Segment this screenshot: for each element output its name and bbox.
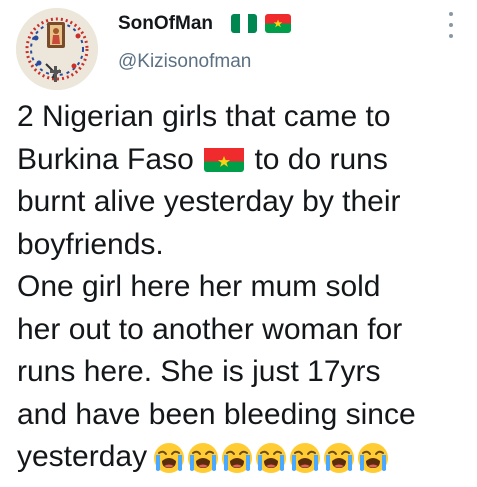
loudly-crying-face-icon [187, 442, 219, 474]
tweet-text-segment: yesterday [17, 440, 148, 473]
tweet-line: her out to another woman for [17, 312, 403, 346]
burkina-faso-flag-icon [204, 145, 245, 172]
avatar[interactable] [16, 8, 98, 90]
loudly-crying-face-icon [357, 442, 389, 474]
tweet-line: burnt alive yesterday by their [17, 185, 401, 218]
tweet-line: boyfriends. [17, 227, 164, 261]
tweet-line: Burkina Faso to do runs [17, 139, 472, 182]
more-options-icon[interactable] [444, 12, 458, 38]
tweet-line: runs here. She is just 17yrs [17, 355, 381, 388]
emoji-row [153, 442, 389, 474]
tweet-text-segment: Burkina Faso [17, 142, 194, 176]
loudly-crying-face-icon [255, 442, 287, 474]
nigeria-flag-icon [231, 14, 257, 33]
tweet-line: and have been bleeding since [17, 397, 416, 431]
tweet-line: 2 Nigerian girls that came to [17, 100, 391, 133]
loudly-crying-face-icon [221, 442, 253, 474]
tweet-text: 2 Nigerian girls that came to Burkina Fa… [17, 96, 472, 479]
tweet-line: One girl here her mum sold [17, 270, 381, 303]
name-flags [231, 14, 291, 33]
display-name[interactable]: SonOfMan [118, 13, 213, 35]
loudly-crying-face-icon [153, 442, 185, 474]
tweet-line: yesterday [17, 436, 472, 479]
loudly-crying-face-icon [323, 442, 355, 474]
rosary-picture [16, 8, 98, 90]
tweet-text-segment: to do runs [254, 142, 388, 176]
user-handle[interactable]: @Kizisonofman [118, 51, 251, 73]
loudly-crying-face-icon [289, 442, 321, 474]
tweet-card: SonOfMan @Kizisonofman 2 Nigerian girls … [0, 0, 477, 473]
burkina-faso-flag-icon [265, 14, 291, 33]
